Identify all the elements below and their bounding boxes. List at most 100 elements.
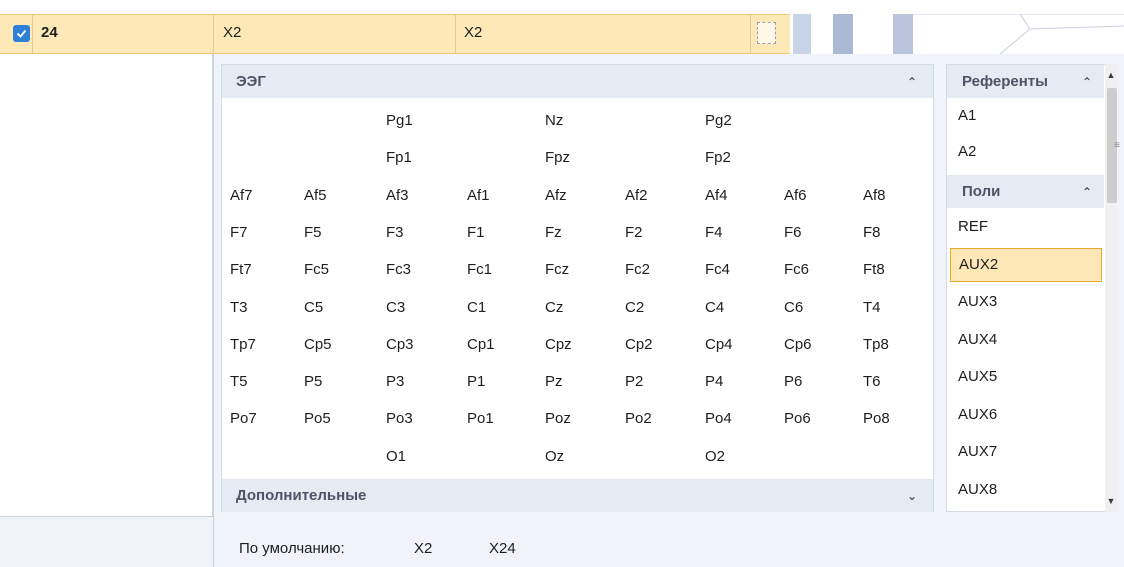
electrode-p6[interactable]: P6 xyxy=(784,363,854,400)
electrode-pg2[interactable]: Pg2 xyxy=(705,102,775,139)
electrode-c4[interactable]: C4 xyxy=(705,289,775,326)
selected-table-row[interactable] xyxy=(0,14,790,54)
extra-group-header[interactable]: Дополнительные ⌄ xyxy=(222,479,933,512)
electrode-afz[interactable]: Afz xyxy=(545,177,615,214)
electrode-af3[interactable]: Af3 xyxy=(386,177,456,214)
electrode-fc4[interactable]: Fc4 xyxy=(705,251,775,288)
electrode-f1[interactable]: F1 xyxy=(467,214,537,251)
electrode-po4[interactable]: Po4 xyxy=(705,400,775,437)
poly-item-ref[interactable]: REF xyxy=(950,210,1102,244)
electrode-af8[interactable]: Af8 xyxy=(863,177,933,214)
electrode-tp8[interactable]: Tp8 xyxy=(863,326,933,363)
row-checkbox[interactable] xyxy=(13,25,30,42)
referent-item-a1[interactable]: A1 xyxy=(950,99,1102,133)
row-electrode-a[interactable]: X2 xyxy=(223,24,241,41)
electrode-fc6[interactable]: Fc6 xyxy=(784,251,854,288)
electrode-f6[interactable]: F6 xyxy=(784,214,854,251)
electrode-pz[interactable]: Pz xyxy=(545,363,615,400)
electrode-po2[interactable]: Po2 xyxy=(625,400,695,437)
electrode-cp4[interactable]: Cp4 xyxy=(705,326,775,363)
scroll-down-arrow-icon[interactable]: ▼ xyxy=(1105,490,1117,512)
electrode-nz[interactable]: Nz xyxy=(545,102,615,139)
electrode-cp5[interactable]: Cp5 xyxy=(304,326,374,363)
electrode-af5[interactable]: Af5 xyxy=(304,177,374,214)
electrode-af4[interactable]: Af4 xyxy=(705,177,775,214)
electrode-o1[interactable]: O1 xyxy=(386,438,456,475)
electrode-cz[interactable]: Cz xyxy=(545,289,615,326)
electrode-t4[interactable]: T4 xyxy=(863,289,933,326)
electrode-cp1[interactable]: Cp1 xyxy=(467,326,537,363)
referent-item-a2[interactable]: A2 xyxy=(950,135,1102,169)
electrode-f5[interactable]: F5 xyxy=(304,214,374,251)
poly-item-aux8[interactable]: AUX8 xyxy=(950,473,1102,507)
electrode-po6[interactable]: Po6 xyxy=(784,400,854,437)
eeg-group-title: ЭЭГ xyxy=(236,73,266,90)
electrode-oz[interactable]: Oz xyxy=(545,438,615,475)
poly-item-aux5[interactable]: AUX5 xyxy=(950,360,1102,394)
electrode-poz[interactable]: Poz xyxy=(545,400,615,437)
row-color-swatch[interactable] xyxy=(757,22,776,44)
electrode-c6[interactable]: C6 xyxy=(784,289,854,326)
referents-group-header[interactable]: Референты ⌃ xyxy=(947,65,1104,98)
background-shape xyxy=(793,14,811,54)
electrode-po5[interactable]: Po5 xyxy=(304,400,374,437)
electrode-cp6[interactable]: Cp6 xyxy=(784,326,854,363)
electrode-fc3[interactable]: Fc3 xyxy=(386,251,456,288)
electrode-p5[interactable]: P5 xyxy=(304,363,374,400)
electrode-af2[interactable]: Af2 xyxy=(625,177,695,214)
electrode-po3[interactable]: Po3 xyxy=(386,400,456,437)
electrode-f3[interactable]: F3 xyxy=(386,214,456,251)
electrode-po7[interactable]: Po7 xyxy=(230,400,300,437)
electrode-tp7[interactable]: Tp7 xyxy=(230,326,300,363)
electrode-t5[interactable]: T5 xyxy=(230,363,300,400)
electrode-fp1[interactable]: Fp1 xyxy=(386,139,456,176)
electrode-po1[interactable]: Po1 xyxy=(467,400,537,437)
electrode-c1[interactable]: C1 xyxy=(467,289,537,326)
electrode-o2[interactable]: O2 xyxy=(705,438,775,475)
chevron-up-icon[interactable]: ⌃ xyxy=(1080,75,1094,89)
eeg-group-header[interactable]: ЭЭГ ⌃ xyxy=(222,65,933,98)
electrode-ft7[interactable]: Ft7 xyxy=(230,251,300,288)
electrode-fc2[interactable]: Fc2 xyxy=(625,251,695,288)
electrode-p1[interactable]: P1 xyxy=(467,363,537,400)
chevron-up-icon[interactable]: ⌃ xyxy=(905,75,919,89)
electrode-t6[interactable]: T6 xyxy=(863,363,933,400)
electrode-ft8[interactable]: Ft8 xyxy=(863,251,933,288)
electrode-fz[interactable]: Fz xyxy=(545,214,615,251)
poly-item-aux3[interactable]: AUX3 xyxy=(950,285,1102,319)
poly-group-header[interactable]: Поли ⌃ xyxy=(947,175,1104,208)
electrode-f7[interactable]: F7 xyxy=(230,214,300,251)
electrode-pg1[interactable]: Pg1 xyxy=(386,102,456,139)
electrode-t3[interactable]: T3 xyxy=(230,289,300,326)
electrode-fpz[interactable]: Fpz xyxy=(545,139,615,176)
electrode-fp2[interactable]: Fp2 xyxy=(705,139,775,176)
electrode-cpz[interactable]: Cpz xyxy=(545,326,615,363)
background-shape xyxy=(893,14,913,54)
electrode-af7[interactable]: Af7 xyxy=(230,177,300,214)
electrode-po8[interactable]: Po8 xyxy=(863,400,933,437)
chevron-up-icon[interactable]: ⌃ xyxy=(1080,185,1094,199)
electrode-f4[interactable]: F4 xyxy=(705,214,775,251)
electrode-cp2[interactable]: Cp2 xyxy=(625,326,695,363)
poly-item-aux4[interactable]: AUX4 xyxy=(950,323,1102,357)
electrode-p4[interactable]: P4 xyxy=(705,363,775,400)
poly-item-aux2[interactable]: AUX2 xyxy=(950,247,1102,282)
electrode-fcz[interactable]: Fcz xyxy=(545,251,615,288)
electrode-c3[interactable]: C3 xyxy=(386,289,456,326)
electrode-cp3[interactable]: Cp3 xyxy=(386,326,456,363)
electrode-p2[interactable]: P2 xyxy=(625,363,695,400)
chevron-down-icon[interactable]: ⌄ xyxy=(905,489,919,503)
electrode-c2[interactable]: C2 xyxy=(625,289,695,326)
scroll-up-arrow-icon[interactable]: ▲ xyxy=(1105,64,1117,86)
electrode-c5[interactable]: C5 xyxy=(304,289,374,326)
electrode-af6[interactable]: Af6 xyxy=(784,177,854,214)
electrode-fc1[interactable]: Fc1 xyxy=(467,251,537,288)
electrode-f2[interactable]: F2 xyxy=(625,214,695,251)
electrode-fc5[interactable]: Fc5 xyxy=(304,251,374,288)
electrode-p3[interactable]: P3 xyxy=(386,363,456,400)
poly-item-aux6[interactable]: AUX6 xyxy=(950,398,1102,432)
row-electrode-b[interactable]: X2 xyxy=(464,24,482,41)
electrode-f8[interactable]: F8 xyxy=(863,214,933,251)
poly-item-aux7[interactable]: AUX7 xyxy=(950,435,1102,469)
electrode-af1[interactable]: Af1 xyxy=(467,177,537,214)
